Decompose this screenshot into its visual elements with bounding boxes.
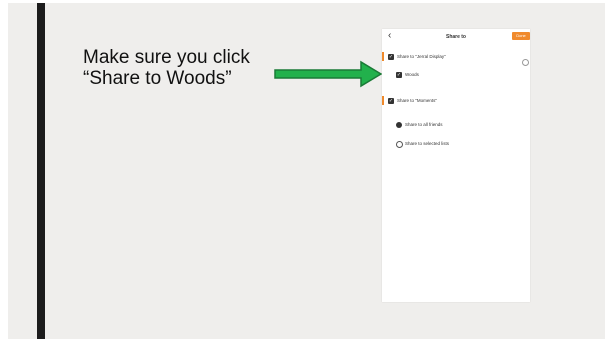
option-label: Share to selected lists [405, 141, 450, 146]
info-icon[interactable] [522, 59, 529, 66]
option-share-to-moments[interactable]: ✓ Share to "Moments" [382, 96, 530, 106]
highlight-marker [382, 96, 384, 105]
option-all-friends[interactable]: Share to all friends [382, 120, 530, 130]
option-label: Share to all friends [405, 122, 443, 127]
phone-screenshot: ‹ Share to Done ✓ Share to "Jerral Displ… [382, 29, 530, 302]
done-button[interactable]: Done [512, 32, 530, 40]
option-share-to-display[interactable]: ✓ Share to "Jerral Display" [382, 52, 530, 62]
phone-header: ‹ Share to Done [382, 29, 530, 45]
accent-bar [37, 3, 45, 339]
option-label: Share to "Moments" [397, 98, 437, 103]
checkbox-checked-icon[interactable]: ✓ [388, 54, 394, 60]
option-selected-lists[interactable]: Share to selected lists [382, 139, 530, 149]
phone-title: Share to [445, 34, 466, 40]
option-label: Woods [405, 72, 419, 77]
checkbox-checked-icon[interactable]: ✓ [388, 98, 394, 104]
radio-selected-icon[interactable] [396, 122, 402, 128]
option-woods[interactable]: ✓ Woods [382, 70, 530, 80]
option-label: Share to "Jerral Display" [397, 54, 446, 59]
highlight-marker [382, 52, 384, 61]
checkbox-checked-icon[interactable]: ✓ [396, 72, 402, 78]
green-arrow-icon [274, 60, 383, 88]
radio-empty-icon[interactable] [396, 141, 403, 148]
